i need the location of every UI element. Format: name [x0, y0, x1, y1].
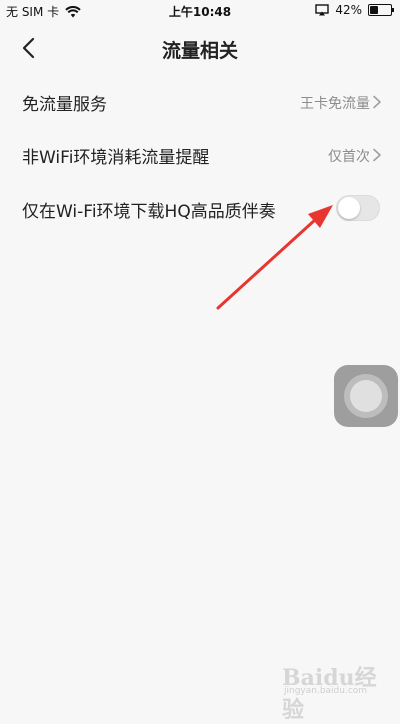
battery-icon	[368, 4, 394, 16]
nav-bar: 流量相关	[0, 28, 400, 68]
toggle-knob	[338, 197, 360, 219]
setting-row-hq-download: 仅在Wi-Fi环境下载HQ高品质伴奏	[0, 183, 400, 235]
status-right: 42%	[315, 3, 394, 17]
chevron-right-icon	[373, 148, 381, 162]
setting-label: 非WiFi环境消耗流量提醒	[22, 148, 210, 168]
status-bar: 无 SIM 卡 上午10:48 42%	[0, 0, 400, 22]
setting-label: 免流量服务	[22, 95, 107, 115]
setting-label: 仅在Wi-Fi环境下载HQ高品质伴奏	[22, 202, 276, 222]
page-title: 流量相关	[161, 40, 238, 62]
chevron-right-icon	[373, 95, 381, 109]
watermark-sub: jingyan.baidu.com	[284, 686, 368, 696]
setting-value: 仅首次	[328, 149, 370, 165]
setting-row-data-reminder[interactable]: 非WiFi环境消耗流量提醒 仅首次	[0, 129, 400, 181]
setting-value: 王卡免流量	[300, 96, 370, 112]
battery-percent: 42%	[335, 3, 362, 17]
assistive-ring-inner	[350, 380, 382, 412]
screen-mirror-icon	[315, 4, 330, 16]
battery-fill	[370, 6, 378, 14]
hq-download-toggle[interactable]	[336, 195, 380, 221]
baidu-watermark-logo: Baidu经验 jingyan.baidu.com	[282, 660, 392, 723]
setting-row-free-data[interactable]: 免流量服务 王卡免流量	[0, 76, 400, 128]
assistive-touch-button[interactable]	[334, 365, 398, 427]
